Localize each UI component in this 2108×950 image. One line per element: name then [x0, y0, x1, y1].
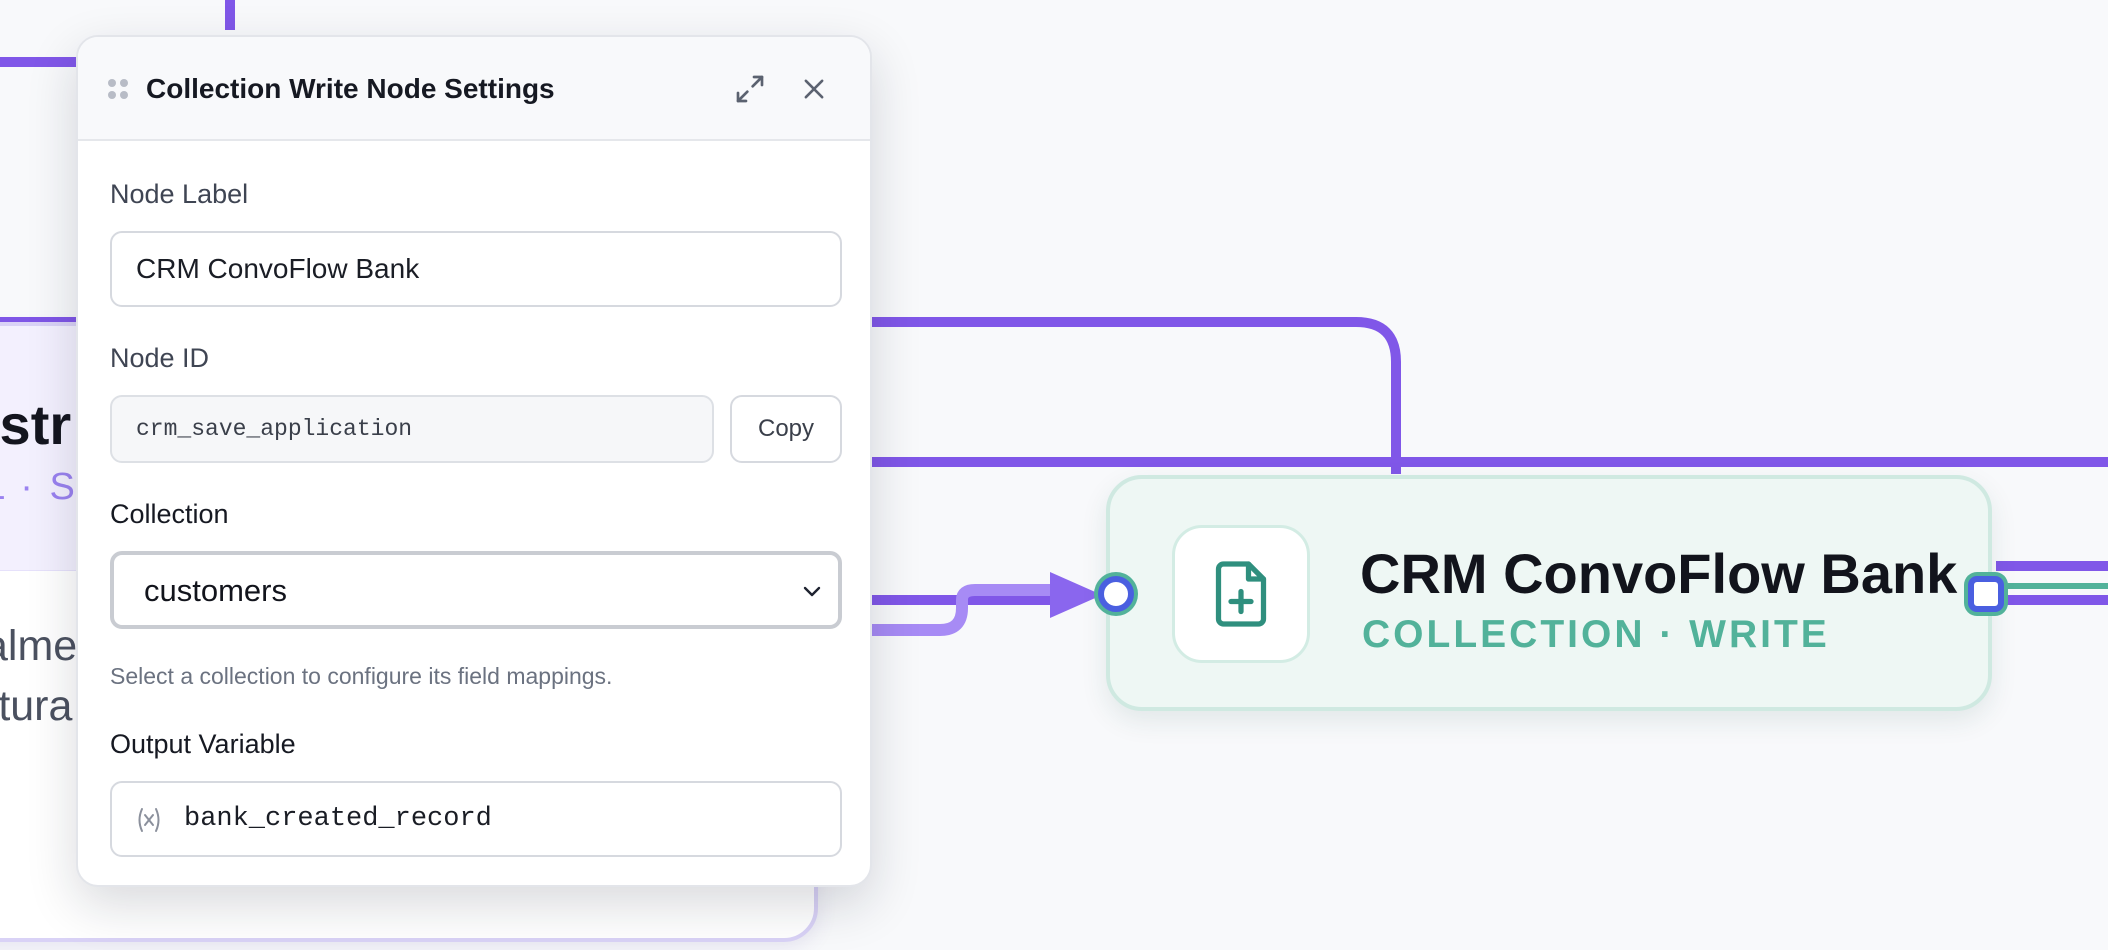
- output-variable-label: Output Variable: [110, 729, 296, 759]
- input-handle[interactable]: [1098, 576, 1134, 612]
- collection-label: Collection: [110, 499, 229, 529]
- node-icon-box: [1172, 525, 1310, 663]
- drag-handle-icon[interactable]: [108, 79, 128, 99]
- node-id-field[interactable]: [110, 395, 714, 463]
- close-icon: [804, 79, 824, 99]
- expand-icon: [736, 75, 764, 103]
- output-variable-input[interactable]: [184, 783, 824, 855]
- close-button[interactable]: [794, 69, 834, 109]
- output-handle[interactable]: [1968, 576, 2004, 612]
- panel-title: Collection Write Node Settings: [146, 73, 555, 104]
- node-label-input[interactable]: [110, 231, 842, 307]
- collection-helper-text: Select a collection to configure its fie…: [110, 663, 613, 689]
- chevron-down-icon: [803, 586, 821, 597]
- file-plus-icon: [1215, 561, 1267, 627]
- panel-header[interactable]: Collection Write Node Settings: [78, 37, 870, 141]
- node-label-label: Node Label: [110, 179, 249, 209]
- flow-canvas[interactable]: istr L · S alme rtura CRM ConvoFlow Bank…: [0, 0, 2108, 950]
- background-node-title: istr: [0, 393, 72, 456]
- node-id-label: Node ID: [110, 343, 210, 373]
- collection-select[interactable]: customers: [110, 551, 842, 629]
- output-variable-field[interactable]: [110, 781, 842, 857]
- variable-icon: [138, 808, 160, 832]
- background-node-body: alme rtura: [0, 616, 77, 736]
- collection-selected-value: customers: [144, 573, 287, 608]
- background-node-body-line: alme: [0, 622, 78, 670]
- node-settings-panel: Collection Write Node Settings Node Labe…: [76, 35, 872, 887]
- background-node-body-line: rtura: [0, 682, 73, 730]
- node-title: CRM ConvoFlow Bank: [1360, 542, 1958, 605]
- edge-to-crm-top[interactable]: [870, 317, 1401, 474]
- copy-node-id-button[interactable]: Copy: [730, 395, 842, 463]
- node-type-label: COLLECTION · WRITE: [1362, 613, 1830, 656]
- background-node-subtitle: L · S: [0, 466, 78, 508]
- expand-button[interactable]: [730, 69, 770, 109]
- crm-collection-node[interactable]: CRM ConvoFlow Bank COLLECTION · WRITE: [1106, 475, 1992, 711]
- edge-arrowhead: [1050, 572, 1102, 618]
